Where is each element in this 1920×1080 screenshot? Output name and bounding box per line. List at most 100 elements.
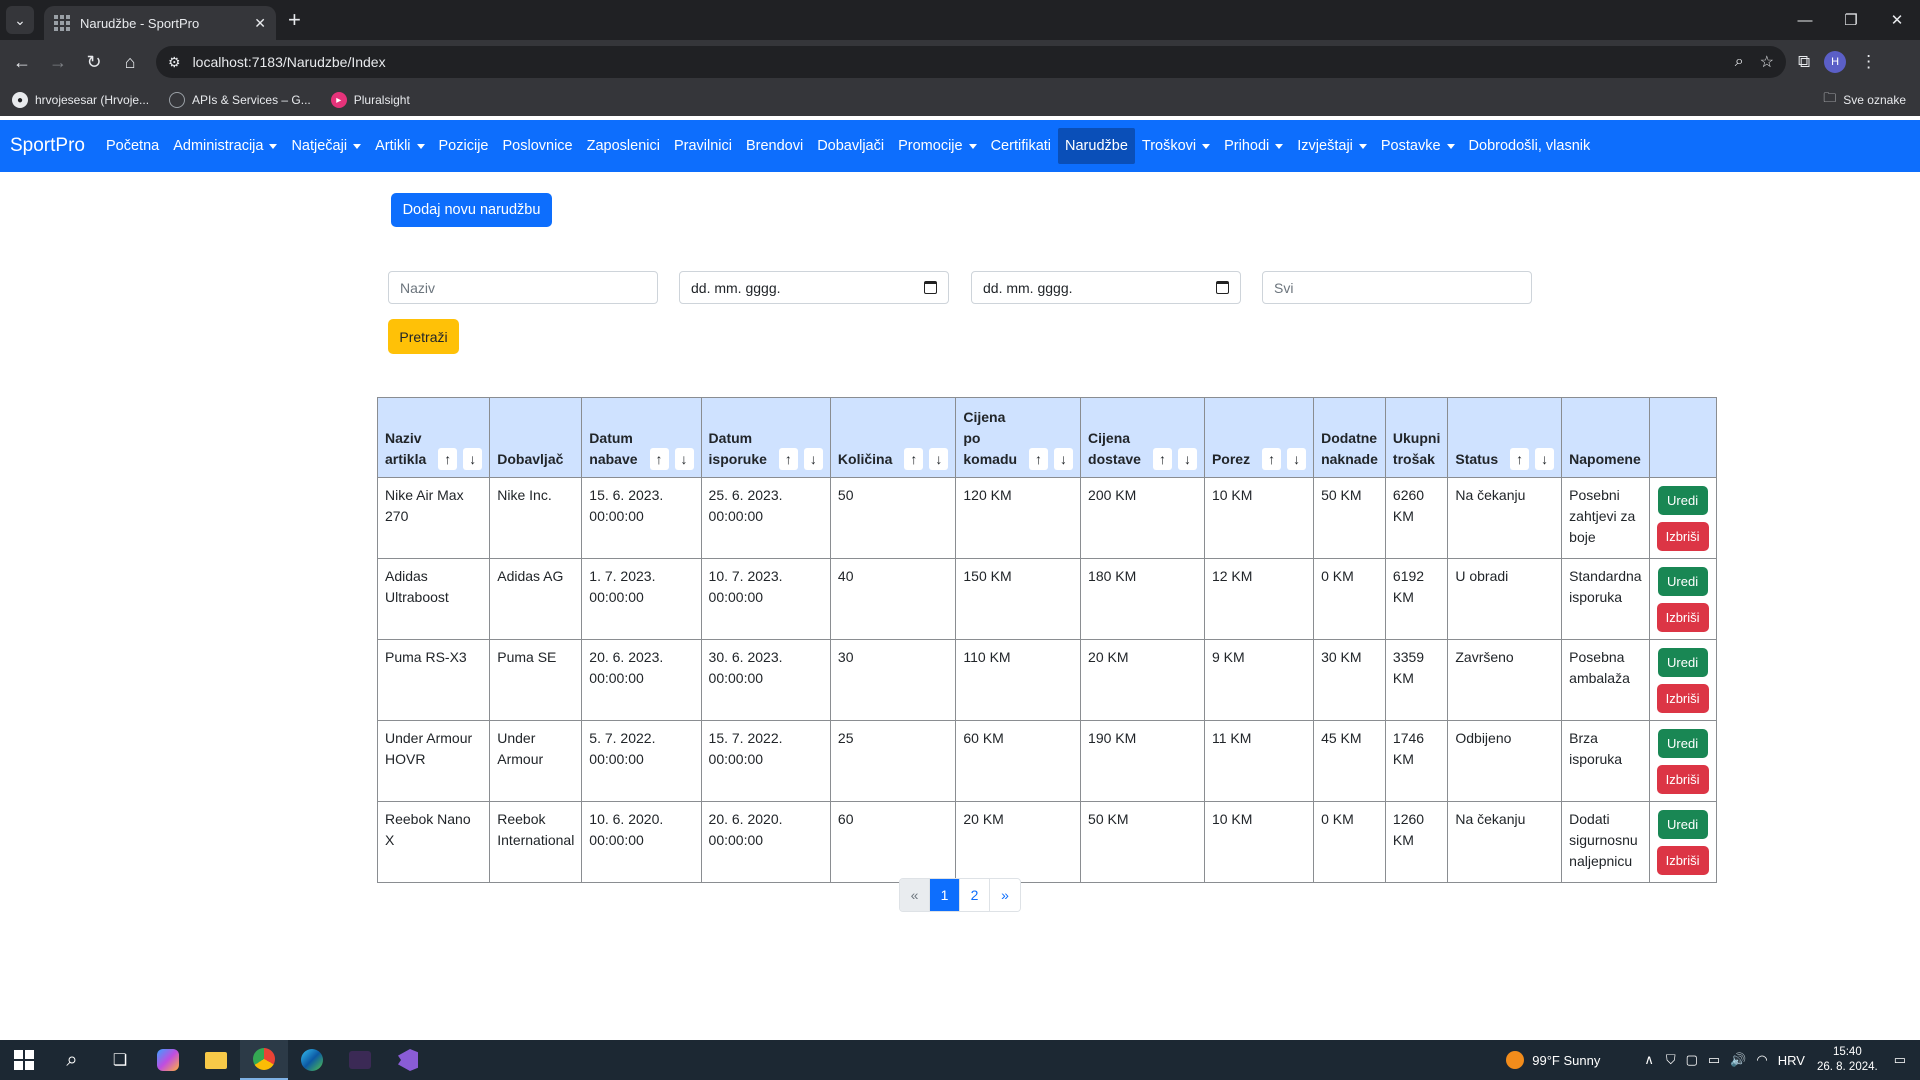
- device-icon[interactable]: ▢: [1686, 1052, 1698, 1068]
- profile-avatar[interactable]: H: [1824, 51, 1847, 73]
- nav-link-16[interactable]: Postavke: [1374, 128, 1462, 164]
- notifications-icon[interactable]: ▭: [1894, 1052, 1906, 1068]
- column-header-label: Cijena po komadu: [963, 409, 1018, 467]
- delete-button[interactable]: Izbriši: [1656, 846, 1709, 875]
- language-indicator[interactable]: HRV: [1778, 1053, 1805, 1068]
- sort-ascending-icon[interactable]: ↑: [649, 448, 669, 470]
- nav-link-10[interactable]: Promocije: [891, 128, 983, 164]
- pagination-page-2[interactable]: 2: [960, 879, 990, 911]
- security-icon[interactable]: ⛉: [1666, 1052, 1676, 1068]
- nav-link-17[interactable]: Dobrodošli, vlasnik: [1462, 128, 1598, 164]
- bookmark-star-icon[interactable]: ☆: [1760, 52, 1774, 72]
- tab-search-button[interactable]: ⌄: [6, 6, 34, 34]
- sort-descending-icon[interactable]: ↓: [1535, 448, 1555, 470]
- extensions-icon[interactable]: ⧉: [1798, 52, 1810, 72]
- nav-link-label: Natječaji: [291, 138, 348, 154]
- status-filter-select[interactable]: Svi: [1262, 271, 1532, 304]
- bookmark-pluralsight[interactable]: ▸ Pluralsight: [330, 92, 410, 108]
- reload-button[interactable]: ↻: [76, 44, 112, 80]
- sort-ascending-icon[interactable]: ↑: [1262, 448, 1282, 470]
- pagination-next[interactable]: »: [990, 879, 1020, 911]
- delete-button[interactable]: Izbriši: [1656, 522, 1709, 551]
- nav-link-15[interactable]: Izvještaji: [1290, 128, 1374, 164]
- calendar-icon[interactable]: [924, 281, 937, 294]
- sort-descending-icon[interactable]: ↓: [463, 448, 483, 470]
- delete-button[interactable]: Izbriši: [1656, 603, 1709, 632]
- date-from-input[interactable]: dd. mm. gggg.: [679, 271, 949, 304]
- edit-button[interactable]: Uredi: [1657, 486, 1708, 515]
- cell-kolicina: 40: [829, 558, 957, 640]
- sort-ascending-icon[interactable]: ↑: [1510, 448, 1530, 470]
- weather-text[interactable]: 99°F Sunny: [1532, 1053, 1600, 1068]
- sort-descending-icon[interactable]: ↓: [1287, 448, 1307, 470]
- all-bookmarks[interactable]: 🗀 Sve oznake: [1823, 84, 1906, 116]
- minimize-icon[interactable]: —: [1782, 0, 1828, 40]
- brand-logo[interactable]: SportPro: [10, 135, 85, 157]
- edit-button[interactable]: Uredi: [1657, 729, 1708, 758]
- volume-icon[interactable]: 🔊: [1730, 1052, 1746, 1068]
- sort-ascending-icon[interactable]: ↑: [438, 448, 458, 470]
- nav-link-1[interactable]: Administracija: [166, 128, 284, 164]
- sort-descending-icon[interactable]: ↓: [1177, 448, 1197, 470]
- calendar-icon[interactable]: [1216, 281, 1229, 294]
- date-to-input[interactable]: dd. mm. gggg.: [971, 271, 1241, 304]
- delete-button[interactable]: Izbriši: [1656, 684, 1709, 713]
- nav-link-12[interactable]: Narudžbe: [1058, 128, 1135, 164]
- edit-button[interactable]: Uredi: [1657, 567, 1708, 596]
- copilot-icon[interactable]: [144, 1040, 192, 1080]
- pagination-page-1[interactable]: 1: [930, 879, 960, 911]
- terminal-icon[interactable]: [336, 1040, 384, 1080]
- zoom-icon[interactable]: ⌕: [1735, 53, 1744, 71]
- edit-button[interactable]: Uredi: [1657, 648, 1708, 677]
- start-button[interactable]: [0, 1040, 48, 1080]
- chrome-icon[interactable]: [240, 1040, 288, 1080]
- close-tab-icon[interactable]: ✕: [254, 15, 266, 32]
- nav-link-0[interactable]: Početna: [99, 128, 166, 164]
- search-button[interactable]: Pretraži: [388, 319, 459, 354]
- edit-button[interactable]: Uredi: [1657, 810, 1708, 839]
- search-icon[interactable]: ⌕: [48, 1040, 96, 1080]
- nav-link-7[interactable]: Pravilnici: [667, 128, 739, 164]
- nav-link-9[interactable]: Dobavljači: [810, 128, 891, 164]
- nav-link-6[interactable]: Zaposlenici: [580, 128, 667, 164]
- wifi-icon[interactable]: ◠: [1756, 1052, 1767, 1068]
- back-button[interactable]: ←: [4, 44, 40, 80]
- nav-link-13[interactable]: Troškovi: [1135, 128, 1217, 164]
- nav-link-3[interactable]: Artikli: [368, 128, 431, 164]
- sort-descending-icon[interactable]: ↓: [674, 448, 694, 470]
- nav-link-14[interactable]: Prihodi: [1217, 128, 1290, 164]
- browser-tab-active[interactable]: Narudžbe - SportPro ✕: [44, 6, 276, 40]
- battery-icon[interactable]: ▭: [1708, 1052, 1720, 1068]
- site-info-icon[interactable]: ⚙: [168, 54, 181, 71]
- nav-link-11[interactable]: Certifikati: [984, 128, 1058, 164]
- restore-icon[interactable]: ❐: [1828, 0, 1874, 40]
- close-window-icon[interactable]: ✕: [1874, 0, 1920, 40]
- browser-menu-icon[interactable]: ⋮: [1860, 52, 1877, 72]
- sort-ascending-icon[interactable]: ↑: [1152, 448, 1172, 470]
- add-order-button[interactable]: Dodaj novu narudžbu: [391, 193, 552, 227]
- delete-button[interactable]: Izbriši: [1656, 765, 1709, 794]
- edge-icon[interactable]: [288, 1040, 336, 1080]
- home-button[interactable]: ⌂: [112, 44, 148, 80]
- nav-link-5[interactable]: Poslovnice: [495, 128, 579, 164]
- tray-chevron-icon[interactable]: ∧: [1644, 1052, 1654, 1068]
- bookmark-github[interactable]: ● hrvojesesar (Hrvoje...: [12, 92, 149, 108]
- new-tab-button[interactable]: +: [288, 7, 301, 33]
- sort-descending-icon[interactable]: ↓: [1054, 448, 1074, 470]
- nav-link-4[interactable]: Pozicije: [432, 128, 496, 164]
- nav-link-2[interactable]: Natječaji: [284, 128, 368, 164]
- bookmark-apis[interactable]: APIs & Services – G...: [169, 92, 311, 108]
- name-filter-input[interactable]: Naziv: [388, 271, 658, 304]
- sort-ascending-icon[interactable]: ↑: [904, 448, 924, 470]
- visual-studio-icon[interactable]: [384, 1040, 432, 1080]
- url-field[interactable]: ⚙ localhost:7183/Narudzbe/Index ⌕ ☆: [156, 46, 1786, 78]
- clock[interactable]: 15:40 26. 8. 2024.: [1817, 1045, 1878, 1075]
- sort-descending-icon[interactable]: ↓: [803, 448, 823, 470]
- sort-ascending-icon[interactable]: ↑: [778, 448, 798, 470]
- sort-descending-icon[interactable]: ↓: [929, 448, 949, 470]
- forward-button[interactable]: →: [40, 44, 76, 80]
- file-explorer-icon[interactable]: [192, 1040, 240, 1080]
- sort-ascending-icon[interactable]: ↑: [1029, 448, 1049, 470]
- nav-link-8[interactable]: Brendovi: [739, 128, 810, 164]
- task-view-icon[interactable]: ❏: [96, 1040, 144, 1080]
